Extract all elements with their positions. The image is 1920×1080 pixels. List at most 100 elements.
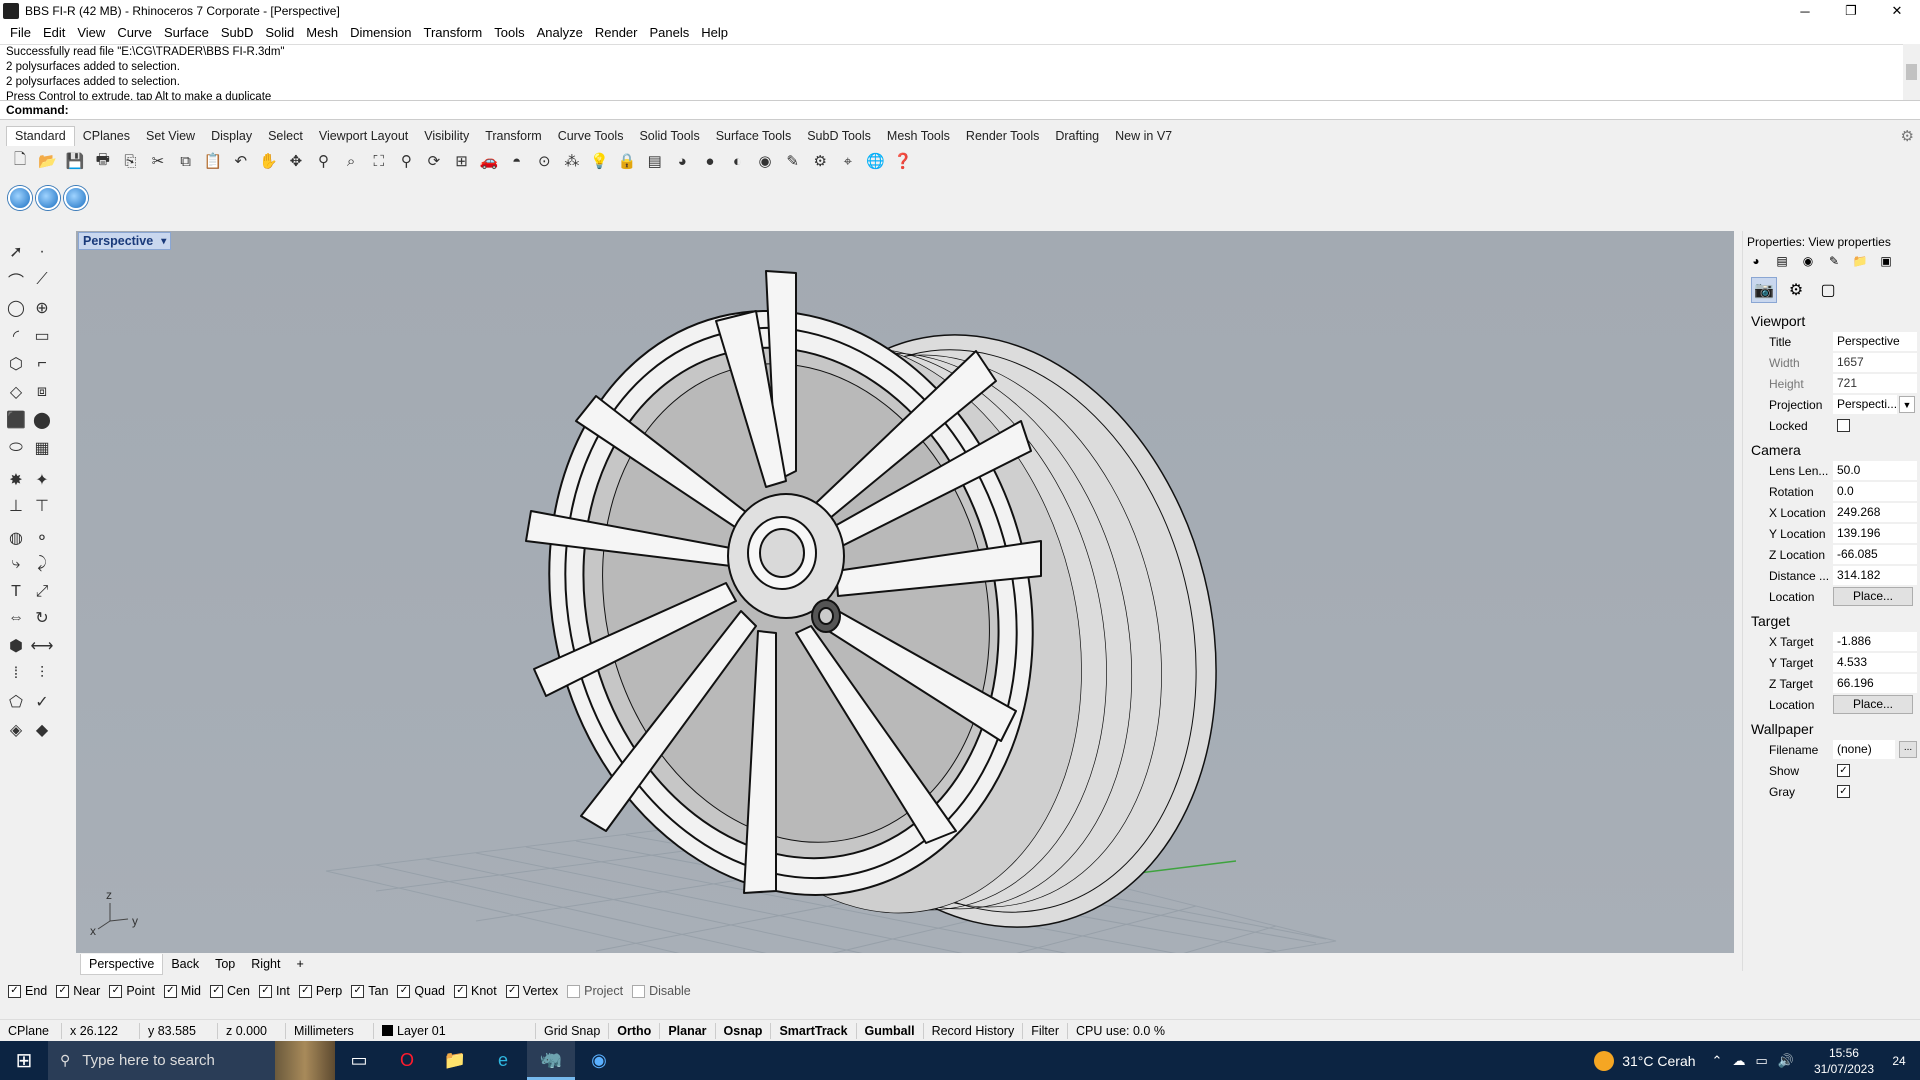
osnap-checkbox[interactable]: ✓ (397, 984, 411, 998)
move-view-icon[interactable]: ✥ (284, 149, 308, 173)
chevron-down-icon[interactable]: ▼ (1899, 396, 1915, 413)
osnap-checkbox[interactable]: ✓ (258, 984, 272, 998)
box-icon[interactable]: ⬛ (4, 408, 28, 432)
rotation-field[interactable]: 0.0 (1833, 482, 1917, 501)
zoom-selected-icon[interactable]: ⚲ (394, 149, 418, 173)
open-folder-icon[interactable]: 📂 (36, 149, 60, 173)
osnap-checkbox[interactable]: ✓ (351, 984, 365, 998)
add-viewport-tab-icon[interactable]: + (288, 954, 311, 974)
osnap-checkbox[interactable] (567, 984, 581, 998)
clock[interactable]: 15:56 31/07/2023 (1814, 1045, 1874, 1077)
move-icon[interactable]: ⇔ (4, 606, 28, 630)
tab-drafting[interactable]: Drafting (1047, 127, 1107, 146)
extrude-curve-icon[interactable]: ⧈ (30, 380, 54, 404)
object-tab-icon[interactable]: ⚙ (1783, 277, 1809, 303)
point-icon[interactable]: · (30, 240, 54, 264)
menu-transform[interactable]: Transform (417, 22, 488, 44)
osnap-cen[interactable]: ✓ Cen (210, 984, 250, 998)
dimension-icon[interactable]: ⟷ (30, 634, 54, 658)
gray-checkbox[interactable]: ✓ (1837, 785, 1850, 798)
status-record-history[interactable]: Record History (924, 1022, 1024, 1039)
array-icon[interactable]: ⁞ (4, 662, 28, 686)
toolbar-settings-gear-icon[interactable]: ⚙ (1901, 127, 1914, 145)
battery-icon[interactable]: ▭ (1755, 1053, 1767, 1069)
material-icon[interactable]: ✎ (781, 149, 805, 173)
layer-icon[interactable]: ▤ (643, 149, 667, 173)
cloud-icon[interactable]: ☁ (1732, 1053, 1745, 1069)
rotate-view-icon[interactable]: ⟳ (422, 149, 446, 173)
task-view-icon[interactable]: ▭ (335, 1041, 383, 1080)
solid-edit-icon[interactable]: ⬢ (4, 634, 28, 658)
tab-visibility[interactable]: Visibility (416, 127, 477, 146)
filename-field[interactable]: (none) (1833, 740, 1895, 759)
menu-curve[interactable]: Curve (111, 22, 158, 44)
viewport-tab-perspective[interactable]: Perspective (80, 953, 164, 975)
paste-icon[interactable]: 📋 (201, 149, 225, 173)
status-ortho[interactable]: Ortho (609, 1022, 661, 1039)
osnap-quad[interactable]: ✓ Quad (397, 984, 445, 998)
scrollbar-thumb[interactable] (1906, 64, 1917, 80)
osnap-project[interactable]: Project (567, 984, 623, 998)
layers-icon[interactable]: ▤ (1773, 253, 1791, 269)
osnap-tan[interactable]: ✓ Tan (351, 984, 388, 998)
sphere-icon[interactable]: ⬤ (30, 408, 54, 432)
tab-transform[interactable]: Transform (477, 127, 550, 146)
height-field[interactable]: 721 (1833, 374, 1917, 393)
menu-analyze[interactable]: Analyze (531, 22, 589, 44)
cut-icon[interactable]: ✂ (146, 149, 170, 173)
menu-tools[interactable]: Tools (488, 22, 530, 44)
rectangle-icon[interactable]: ▭ (30, 324, 54, 348)
tab-solid-tools[interactable]: Solid Tools (631, 127, 707, 146)
maximize-button[interactable]: ❐ (1828, 0, 1874, 22)
osnap-checkbox[interactable]: ✓ (56, 984, 70, 998)
menu-surface[interactable]: Surface (158, 22, 215, 44)
x-target-field[interactable]: -1.886 (1833, 632, 1917, 651)
y-location-field[interactable]: 139.196 (1833, 524, 1917, 543)
split-icon[interactable]: ⊥ (4, 494, 28, 518)
select-arrow-icon[interactable]: ➚ (4, 240, 28, 264)
tab-curve-tools[interactable]: Curve Tools (550, 127, 632, 146)
menu-mesh[interactable]: Mesh (300, 22, 344, 44)
x-location-field[interactable]: 249.268 (1833, 503, 1917, 522)
osnap-knot[interactable]: ✓ Knot (454, 984, 497, 998)
osnap-checkbox[interactable]: ✓ (210, 984, 223, 998)
text-icon[interactable]: T (4, 580, 28, 604)
osnap-perp[interactable]: ✓ Perp (298, 984, 342, 998)
explode-icon[interactable]: ✸ (4, 468, 28, 492)
export-icon[interactable]: ⎘ (118, 149, 142, 173)
perspective-viewport[interactable]: z y x Perspective ▾ (76, 231, 1734, 953)
tab-standard[interactable]: Standard (6, 126, 75, 146)
viewport-tab-top[interactable]: Top (207, 954, 243, 974)
blend-edge-icon[interactable]: ⤸ (30, 552, 54, 576)
globe-icon[interactable]: 🌐 (863, 149, 887, 173)
tab-subd-tools[interactable]: SubD Tools (799, 127, 879, 146)
command-history-scrollbar[interactable] (1903, 44, 1920, 100)
locked-checkbox[interactable] (1837, 419, 1850, 432)
distance-field[interactable]: 314.182 (1833, 566, 1917, 585)
points-icon[interactable]: ⁂ (560, 149, 584, 173)
light-bulb-icon[interactable]: 💡 (587, 149, 611, 173)
folder-icon[interactable]: 📁 (1851, 253, 1869, 269)
display-icon[interactable]: ▣ (1877, 253, 1895, 269)
polyline-icon[interactable]: ⌒ (4, 268, 28, 292)
osnap-checkbox[interactable]: ✓ (8, 984, 21, 998)
osnap-checkbox[interactable]: ✓ (454, 984, 467, 998)
menu-dimension[interactable]: Dimension (344, 22, 417, 44)
copy-icon[interactable]: ⧉ (174, 149, 198, 173)
zoom-window-icon[interactable]: ⌕ (339, 149, 363, 173)
cylinder-icon[interactable]: ⬭ (4, 436, 28, 460)
color-wheel-icon[interactable]: ◕ (670, 149, 694, 173)
browse-button[interactable]: ... (1899, 741, 1917, 758)
osnap-vertex[interactable]: ✓ Vertex (505, 984, 558, 998)
lens-field[interactable]: 50.0 (1833, 461, 1917, 480)
tab-new-in-v7[interactable]: New in V7 (1107, 127, 1180, 146)
z-target-field[interactable]: 66.196 (1833, 674, 1917, 693)
osnap-int[interactable]: ✓ Int (258, 984, 290, 998)
viewport-tab-back[interactable]: Back (163, 954, 207, 974)
fillet-curve-icon[interactable]: ⌐ (30, 352, 54, 376)
volume-icon[interactable]: 🔊 (1778, 1053, 1794, 1069)
osnap-mid[interactable]: ✓ Mid (163, 984, 201, 998)
print-icon[interactable]: 🖶 (91, 149, 115, 173)
status-gumball[interactable]: Gumball (857, 1022, 924, 1039)
viewport-tab-right[interactable]: Right (243, 954, 288, 974)
